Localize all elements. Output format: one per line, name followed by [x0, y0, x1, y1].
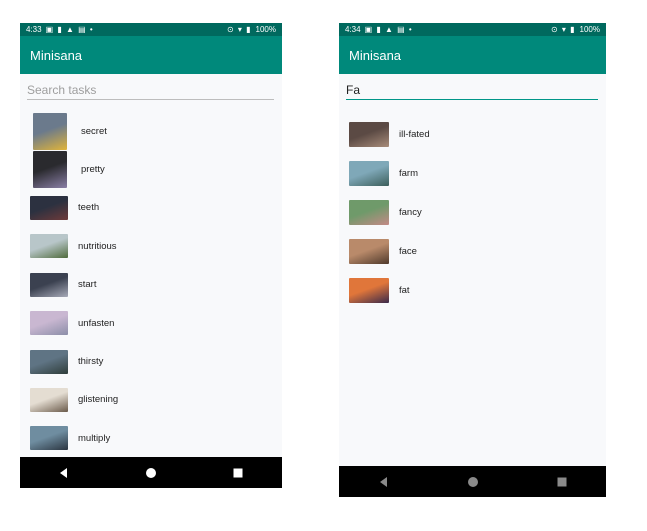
home-button[interactable]: [461, 470, 485, 494]
task-item[interactable]: teeth: [20, 189, 282, 227]
task-item[interactable]: nutritious: [20, 227, 282, 265]
task-item[interactable]: ill-fated: [339, 115, 606, 154]
search-input[interactable]: [346, 81, 598, 100]
battery-level: 100%: [579, 25, 600, 34]
task-label: fancy: [399, 207, 422, 218]
task-label: start: [78, 279, 97, 291]
task-label: nutritious: [78, 240, 117, 252]
task-item[interactable]: fancy: [339, 193, 606, 232]
cactus-plants-thumbnail: [349, 200, 389, 225]
battery-level: 100%: [255, 25, 276, 34]
task-item[interactable]: glistening: [20, 381, 282, 419]
search-input[interactable]: [27, 81, 274, 100]
pink-clouds-thumbnail: [30, 311, 68, 336]
status-bar: 4:34 ▣ ▮ ▲ ▤ • ⊙ ▾ ▮ 100%: [339, 23, 606, 36]
task-item[interactable]: start: [20, 266, 282, 304]
task-label: fat: [399, 285, 410, 296]
task-label: pretty: [81, 164, 105, 176]
recents-button[interactable]: [550, 470, 574, 494]
app-title: Minisana: [349, 47, 402, 63]
task-list: ill-fated farm fancy face fat: [339, 115, 606, 310]
hands-food-thumbnail: [349, 239, 389, 264]
task-label: secret: [81, 125, 107, 137]
task-item[interactable]: thirsty: [20, 342, 282, 380]
search-bar: [20, 74, 282, 104]
dusk-landscape-thumbnail: [30, 195, 68, 220]
phone-screen-left: 4:33 ▣ ▮ ▲ ▤ • ⊙ ▾ ▮ 100% Minisana secre…: [20, 23, 282, 488]
navigation-bar: [339, 466, 606, 497]
snowy-village-thumbnail: [30, 387, 68, 412]
recents-icon: [233, 468, 243, 477]
recents-icon: [557, 477, 566, 486]
task-item[interactable]: fat: [339, 271, 606, 310]
task-label: unfasten: [78, 317, 115, 329]
task-label: farm: [399, 168, 418, 179]
green-hills-thumbnail: [30, 234, 68, 259]
fjord-thumbnail: [30, 426, 68, 451]
task-item[interactable]: face: [339, 232, 606, 271]
search-bar: [339, 74, 606, 104]
app-bar: Minisana: [339, 36, 606, 74]
recents-button[interactable]: [226, 461, 250, 485]
task-item[interactable]: multiply: [20, 419, 282, 457]
back-button[interactable]: [372, 470, 396, 494]
system-icons: ⊙ ▾ ▮: [226, 25, 252, 34]
status-time: 4:33: [26, 25, 42, 34]
sunset-city-thumbnail: [349, 278, 389, 303]
task-item[interactable]: unfasten: [20, 304, 282, 342]
cat-photo-thumbnail: [33, 112, 67, 150]
task-label: face: [399, 246, 417, 257]
system-icons: ⊙ ▾ ▮: [550, 25, 576, 34]
notification-icons: ▣ ▮ ▲ ▤ •: [364, 25, 413, 34]
task-label: thirsty: [78, 356, 104, 368]
lake-thumbnail: [349, 161, 389, 186]
home-icon: [467, 476, 478, 487]
task-label: multiply: [78, 432, 111, 444]
task-label: ill-fated: [399, 129, 430, 140]
task-item[interactable]: farm: [339, 154, 606, 193]
dark-portrait-thumbnail: [33, 151, 67, 189]
app-title: Minisana: [30, 47, 83, 63]
mountain-lake-thumbnail: [30, 349, 68, 374]
navigation-bar: [20, 457, 282, 488]
task-item[interactable]: secret: [20, 112, 282, 150]
status-time: 4:34: [345, 25, 361, 34]
status-bar: 4:33 ▣ ▮ ▲ ▤ • ⊙ ▾ ▮ 100%: [20, 23, 282, 36]
task-list: secret pretty teeth nutritious start unfasten…: [20, 112, 282, 458]
back-button[interactable]: [52, 461, 76, 485]
task-label: glistening: [78, 394, 119, 406]
home-button[interactable]: [139, 461, 163, 485]
deer-thumbnail: [30, 272, 68, 297]
back-icon: [59, 467, 67, 478]
app-bar: Minisana: [20, 36, 282, 74]
task-label: teeth: [78, 202, 100, 214]
back-icon: [379, 476, 387, 487]
phone-screen-right: 4:34 ▣ ▮ ▲ ▤ • ⊙ ▾ ▮ 100% Minisana ill-f…: [339, 23, 606, 497]
task-item[interactable]: pretty: [20, 150, 282, 189]
home-icon: [145, 467, 156, 478]
notification-icons: ▣ ▮ ▲ ▤ •: [45, 25, 94, 34]
old-town-thumbnail: [349, 122, 389, 147]
